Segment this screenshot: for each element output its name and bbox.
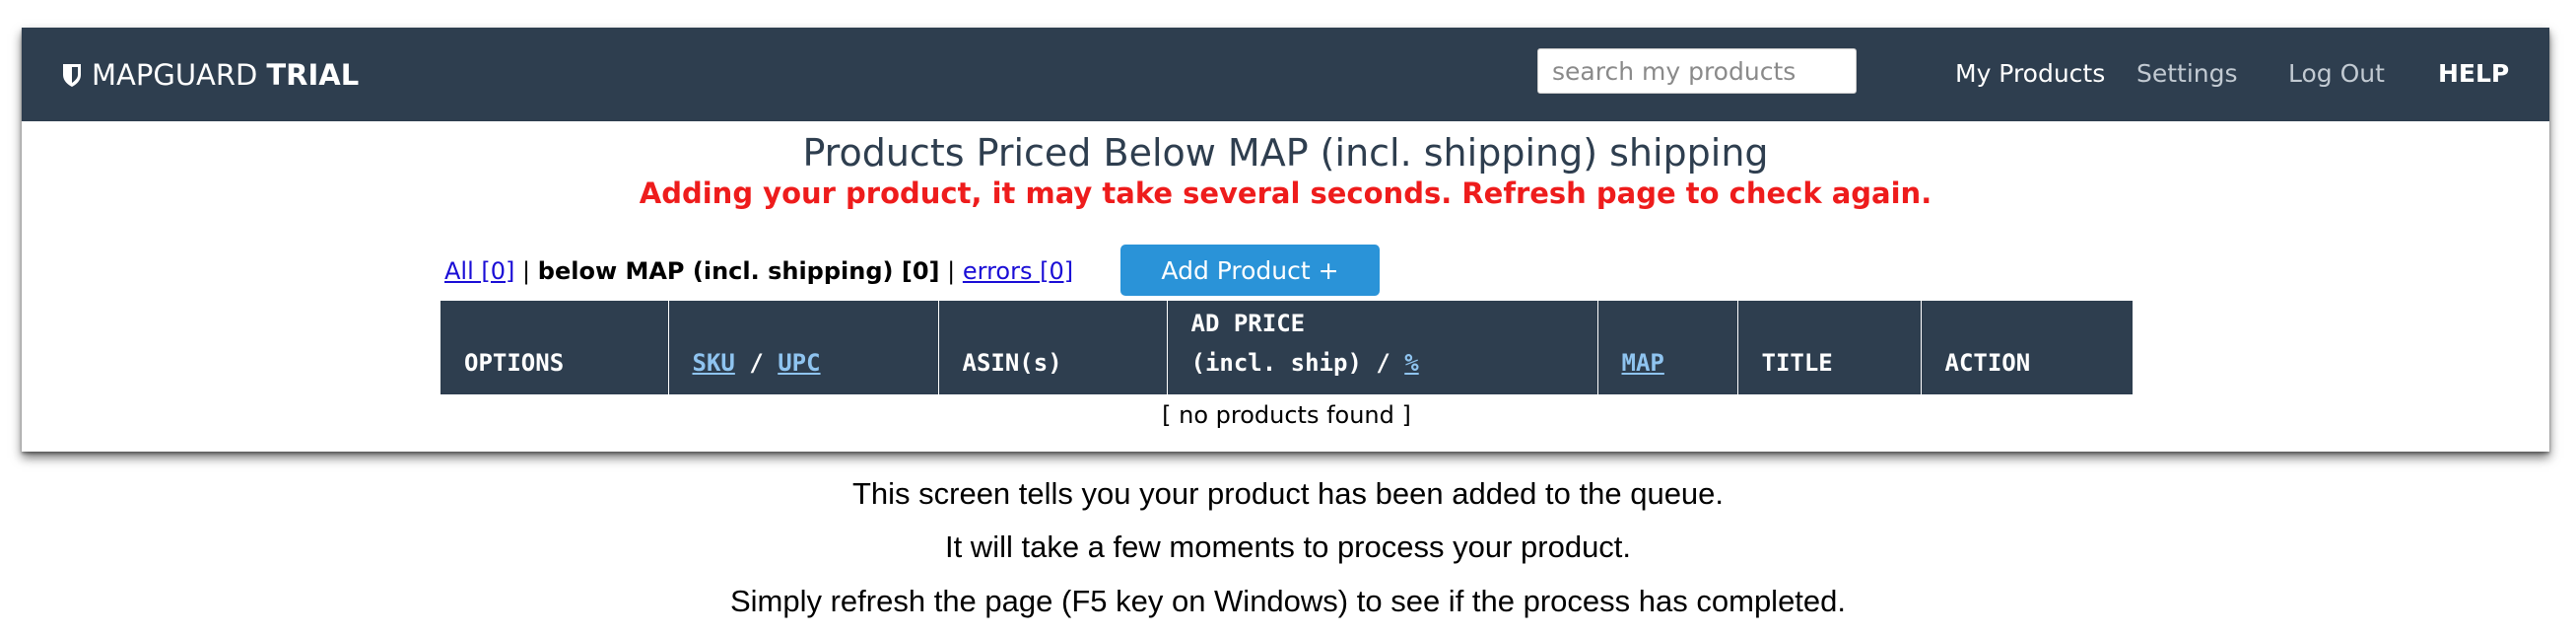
brand-name: MAPGUARD <box>92 58 258 92</box>
col-asins-label: ASIN(s) <box>962 349 1062 377</box>
app-window: MAPGUARD TRIAL My Products Settings Log … <box>22 28 2549 452</box>
filter-separator: | <box>947 257 956 285</box>
page-title: Products Priced Below MAP (incl. shippin… <box>802 131 1769 175</box>
col-action-label: ACTION <box>1944 349 2031 377</box>
products-table: OPTIONS SKU / UPC ASIN(s) AD PRICE (incl.… <box>441 301 2133 436</box>
brand-trial-label: TRIAL <box>266 58 360 92</box>
brand-logo[interactable]: MAPGUARD TRIAL <box>61 60 359 90</box>
nav-log-out[interactable]: Log Out <box>2288 59 2385 89</box>
col-options: OPTIONS <box>441 301 668 394</box>
caption-line-2: It will take a few moments to process yo… <box>944 529 1632 564</box>
sort-sku-link[interactable]: SKU <box>693 349 735 377</box>
table-header-row: OPTIONS SKU / UPC ASIN(s) AD PRICE (incl.… <box>441 301 2133 394</box>
nav-settings[interactable]: Settings <box>2136 59 2238 89</box>
col-ad-price-sub: (incl. ship) / <box>1190 349 1390 377</box>
col-ad-price-label: AD PRICE <box>1190 310 1306 337</box>
col-ad-price: AD PRICE (incl. ship) / % <box>1166 301 1597 394</box>
top-navbar: MAPGUARD TRIAL My Products Settings Log … <box>22 28 2549 121</box>
table-row: [ no products found ] <box>441 394 2133 436</box>
col-action: ACTION <box>1920 301 2133 394</box>
empty-table-message: [ no products found ] <box>1162 401 1411 429</box>
processing-alert: Adding your product, it may take several… <box>639 176 1932 210</box>
nav-my-products[interactable]: My Products <box>1955 59 2105 89</box>
filter-separator: | <box>522 257 531 285</box>
col-sku-upc: SKU / UPC <box>667 301 938 394</box>
add-product-button[interactable]: Add Product + <box>1120 245 1380 296</box>
caption-line-1: This screen tells you your product has b… <box>851 476 1725 511</box>
nav-help[interactable]: HELP <box>2438 59 2509 89</box>
col-map: MAP <box>1596 301 1737 394</box>
col-options-label: OPTIONS <box>464 349 565 377</box>
filter-below-map-current: below MAP (incl. shipping) [0] <box>537 257 940 285</box>
filter-errors-link[interactable]: errors [0] <box>963 257 1073 285</box>
shield-icon <box>63 64 81 87</box>
sort-percent-link[interactable]: % <box>1404 349 1418 377</box>
sort-upc-link[interactable]: UPC <box>778 349 820 377</box>
search-input[interactable] <box>1537 48 1857 94</box>
caption-line-3: Simply refresh the page (F5 key on Windo… <box>729 584 1847 618</box>
col-title: TITLE <box>1736 301 1921 394</box>
filter-all-link[interactable]: All [0] <box>444 257 514 285</box>
sort-map-link[interactable]: MAP <box>1622 349 1664 377</box>
filter-bar: All [0] | below MAP (incl. shipping) [0]… <box>444 256 1073 286</box>
col-asins: ASIN(s) <box>937 301 1167 394</box>
col-sku-upc-slash: / <box>749 349 764 377</box>
col-title-label: TITLE <box>1761 349 1833 377</box>
